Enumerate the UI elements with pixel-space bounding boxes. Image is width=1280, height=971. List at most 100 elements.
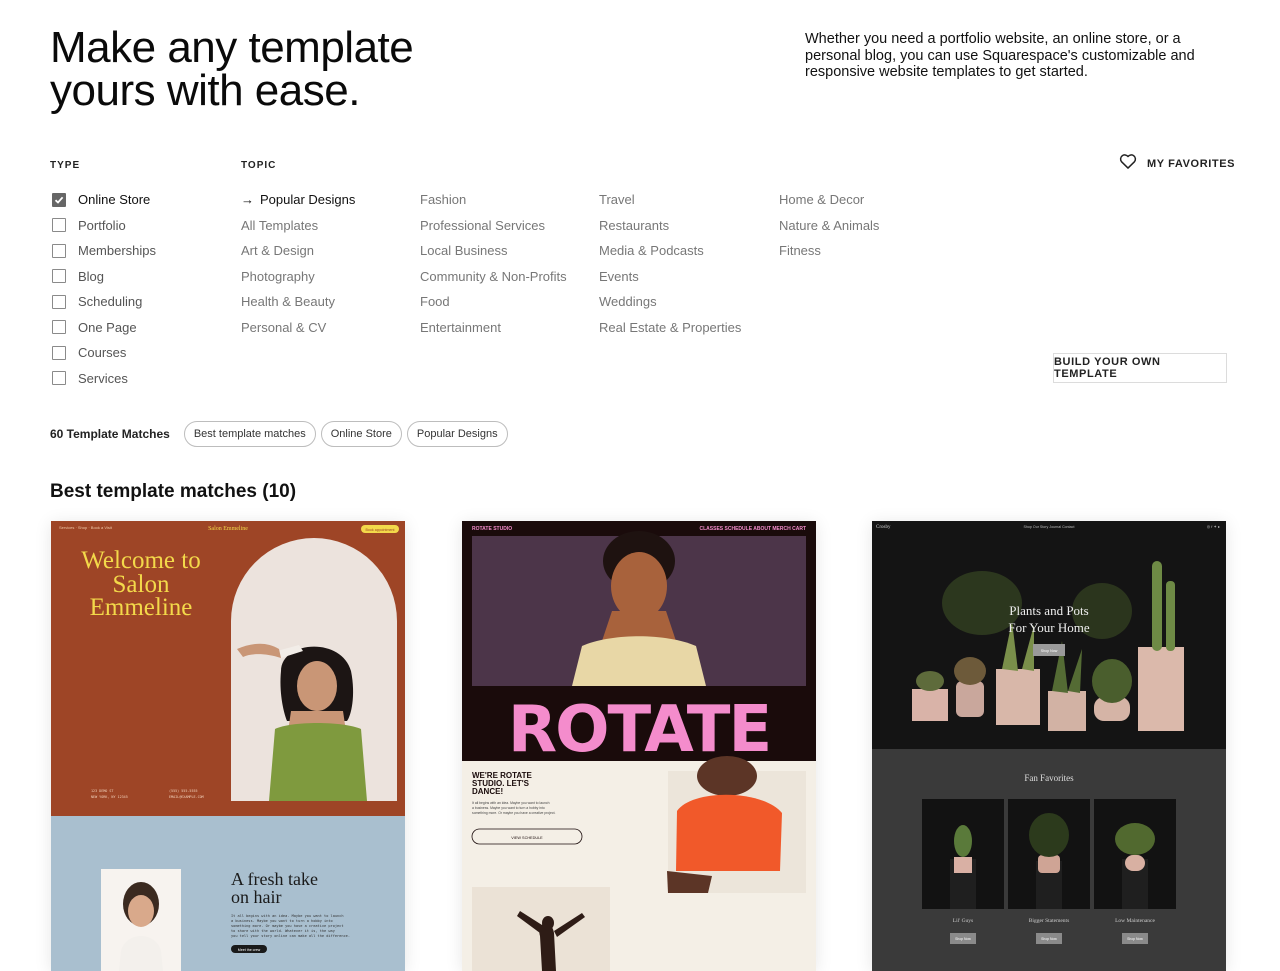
crosby-section-title: Fan Favorites <box>1024 773 1074 783</box>
topic-health-beauty[interactable]: Health & Beauty <box>241 289 355 315</box>
template-preview-salon: Services · Shop · Book a Visit Salon Emm… <box>51 521 405 971</box>
svg-text:A fresh take: A fresh take <box>231 869 318 889</box>
type-filter-label: Courses <box>78 345 127 361</box>
svg-text:123 DEMO ST: 123 DEMO ST <box>91 789 113 793</box>
checkbox-checked-icon[interactable] <box>52 192 66 207</box>
topic-column-1: → Popular Designs All Templates Art & Des… <box>241 187 355 340</box>
type-filter-label: Portfolio <box>78 217 126 233</box>
topic-home-decor[interactable]: Home & Decor <box>779 187 879 213</box>
page-title: Make any template yours with ease. <box>50 23 414 115</box>
type-filter-courses[interactable]: Courses <box>50 340 156 366</box>
crosby-product-button: Shop Now <box>1127 937 1143 941</box>
topic-community-non-profits[interactable]: Community & Non-Profits <box>420 264 567 290</box>
topic-professional-services[interactable]: Professional Services <box>420 213 567 239</box>
svg-text:you tell your story online can: you tell your story online can make all … <box>231 934 350 938</box>
svg-text:◎ f ✦ ▸: ◎ f ✦ ▸ <box>1207 524 1220 529</box>
topic-column-2: Fashion Professional Services Local Busi… <box>420 187 567 340</box>
svg-text:Plants and Pots: Plants and Pots <box>1009 603 1088 618</box>
topic-nature-animals[interactable]: Nature & Animals <box>779 213 879 239</box>
crosby-product-3: Low Maintenance <box>1115 918 1155 924</box>
template-card-crosby[interactable]: Crosby Shop Our Story Journal Contact ◎ … <box>872 521 1226 971</box>
type-filter-portfolio[interactable]: Portfolio <box>50 213 156 239</box>
template-preview-rotate: ROTATE STUDIO CLASSES SCHEDULE ABOUT MER… <box>462 521 816 971</box>
topic-column-4: Home & Decor Nature & Animals Fitness <box>779 187 879 264</box>
topic-fashion[interactable]: Fashion <box>420 187 567 213</box>
arrow-right-icon: → <box>241 192 254 208</box>
type-filter-blog[interactable]: Blog <box>50 264 156 290</box>
rotate-logo: ROTATE STUDIO <box>472 526 512 532</box>
section-heading: Best template matches (10) <box>50 481 297 502</box>
topic-events[interactable]: Events <box>599 264 741 290</box>
topic-entertainment[interactable]: Entertainment <box>420 315 567 341</box>
filter-chip-popular-designs[interactable]: Popular Designs <box>406 421 508 447</box>
type-filter-memberships[interactable]: Memberships <box>50 238 156 264</box>
results-bar: 60 Template Matches Best template matche… <box>50 421 513 447</box>
type-filter-label: Scheduling <box>78 294 143 310</box>
svg-text:on hair: on hair <box>231 887 281 907</box>
checkbox-icon[interactable] <box>52 243 66 258</box>
svg-text:a business. Maybe you want to: a business. Maybe you want to turn a hob… <box>231 919 333 923</box>
type-label: TYPE <box>50 160 81 171</box>
topic-photography[interactable]: Photography <box>241 264 355 290</box>
topic-all-templates[interactable]: All Templates <box>241 213 355 239</box>
topic-real-estate[interactable]: Real Estate & Properties <box>599 315 741 341</box>
topic-fitness[interactable]: Fitness <box>779 238 879 264</box>
type-filter-scheduling[interactable]: Scheduling <box>50 289 156 315</box>
filter-chip-best-matches[interactable]: Best template matches <box>183 421 316 447</box>
heart-icon <box>1118 151 1138 176</box>
svg-text:DANCE!: DANCE! <box>472 787 503 796</box>
rotate-nav: CLASSES SCHEDULE ABOUT MERCH CART <box>700 526 806 532</box>
type-filter-label: Online Store <box>78 192 151 208</box>
type-filter-online-store[interactable]: Online Store <box>50 187 156 213</box>
topic-local-business[interactable]: Local Business <box>420 238 567 264</box>
crosby-product-1: Lil' Guys <box>953 918 973 924</box>
topic-travel[interactable]: Travel <box>599 187 741 213</box>
topic-art-design[interactable]: Art & Design <box>241 238 355 264</box>
topic-restaurants[interactable]: Restaurants <box>599 213 741 239</box>
svg-text:to share with the world. Whate: to share with the world. Whatever it is,… <box>231 929 336 933</box>
topic-food[interactable]: Food <box>420 289 567 315</box>
svg-text:a business. Maybe you want to: a business. Maybe you want to turn a hob… <box>472 806 545 810</box>
my-favorites-link[interactable]: MY FAVORITES <box>1118 151 1235 176</box>
type-filter-services[interactable]: Services <box>50 366 156 392</box>
svg-text:Emmeline: Emmeline <box>90 594 193 621</box>
checkbox-icon[interactable] <box>52 320 66 335</box>
svg-text:NEW YORK, NY 12345: NEW YORK, NY 12345 <box>91 795 128 799</box>
topic-label-text: Popular Designs <box>260 192 356 208</box>
type-filter-label: Services <box>78 370 128 386</box>
topic-column-3: Travel Restaurants Media & Podcasts Even… <box>599 187 741 340</box>
checkbox-icon[interactable] <box>52 345 66 360</box>
type-filter-label: Memberships <box>78 243 157 259</box>
type-filter-list: Online Store Portfolio Memberships Blog … <box>50 187 156 391</box>
crosby-product-button: Shop Now <box>955 937 971 941</box>
salon-book-button: Book appointment <box>366 528 395 532</box>
checkbox-icon[interactable] <box>52 371 66 386</box>
type-filter-one-page[interactable]: One Page <box>50 315 156 341</box>
template-card-salon-emmeline[interactable]: Services · Shop · Book a Visit Salon Emm… <box>51 521 405 971</box>
salon-cta: Meet the crew <box>238 948 261 952</box>
build-your-own-template-button[interactable]: BUILD YOUR OWN TEMPLATE <box>1053 353 1227 383</box>
rotate-headline: ROTATE <box>508 693 770 767</box>
checkbox-icon[interactable] <box>52 218 66 233</box>
svg-text:It all begins with an idea. Ma: It all begins with an idea. Maybe you wa… <box>472 801 550 805</box>
crosby-product-2: Bigger Statements <box>1029 918 1069 924</box>
rotate-schedule-button: VIEW SCHEDULE <box>511 836 543 840</box>
filter-chip-online-store[interactable]: Online Store <box>320 421 402 447</box>
template-card-rotate-studio[interactable]: ROTATE STUDIO CLASSES SCHEDULE ABOUT MER… <box>462 521 816 971</box>
crosby-logo: Crosby <box>876 525 891 530</box>
crosby-shop-button: Shop Now <box>1041 649 1058 653</box>
svg-text:For Your Home: For Your Home <box>1008 620 1089 635</box>
topic-personal-cv[interactable]: Personal & CV <box>241 315 355 341</box>
topic-popular-designs[interactable]: → Popular Designs <box>241 187 355 213</box>
checkbox-icon[interactable] <box>52 294 66 309</box>
salon-nav: Services · Shop · Book a Visit <box>59 525 113 530</box>
topic-media-podcasts[interactable]: Media & Podcasts <box>599 238 741 264</box>
salon-logo: Salon Emmeline <box>208 526 248 532</box>
svg-text:EMAIL@EXAMPLE.COM: EMAIL@EXAMPLE.COM <box>169 795 204 799</box>
template-preview-crosby: Crosby Shop Our Story Journal Contact ◎ … <box>872 521 1226 971</box>
topic-weddings[interactable]: Weddings <box>599 289 741 315</box>
topic-label: TOPIC <box>241 160 277 171</box>
type-filter-label: One Page <box>78 319 137 335</box>
svg-text:It all begins with an idea. Ma: It all begins with an idea. Maybe you wa… <box>231 914 344 918</box>
checkbox-icon[interactable] <box>52 269 66 284</box>
